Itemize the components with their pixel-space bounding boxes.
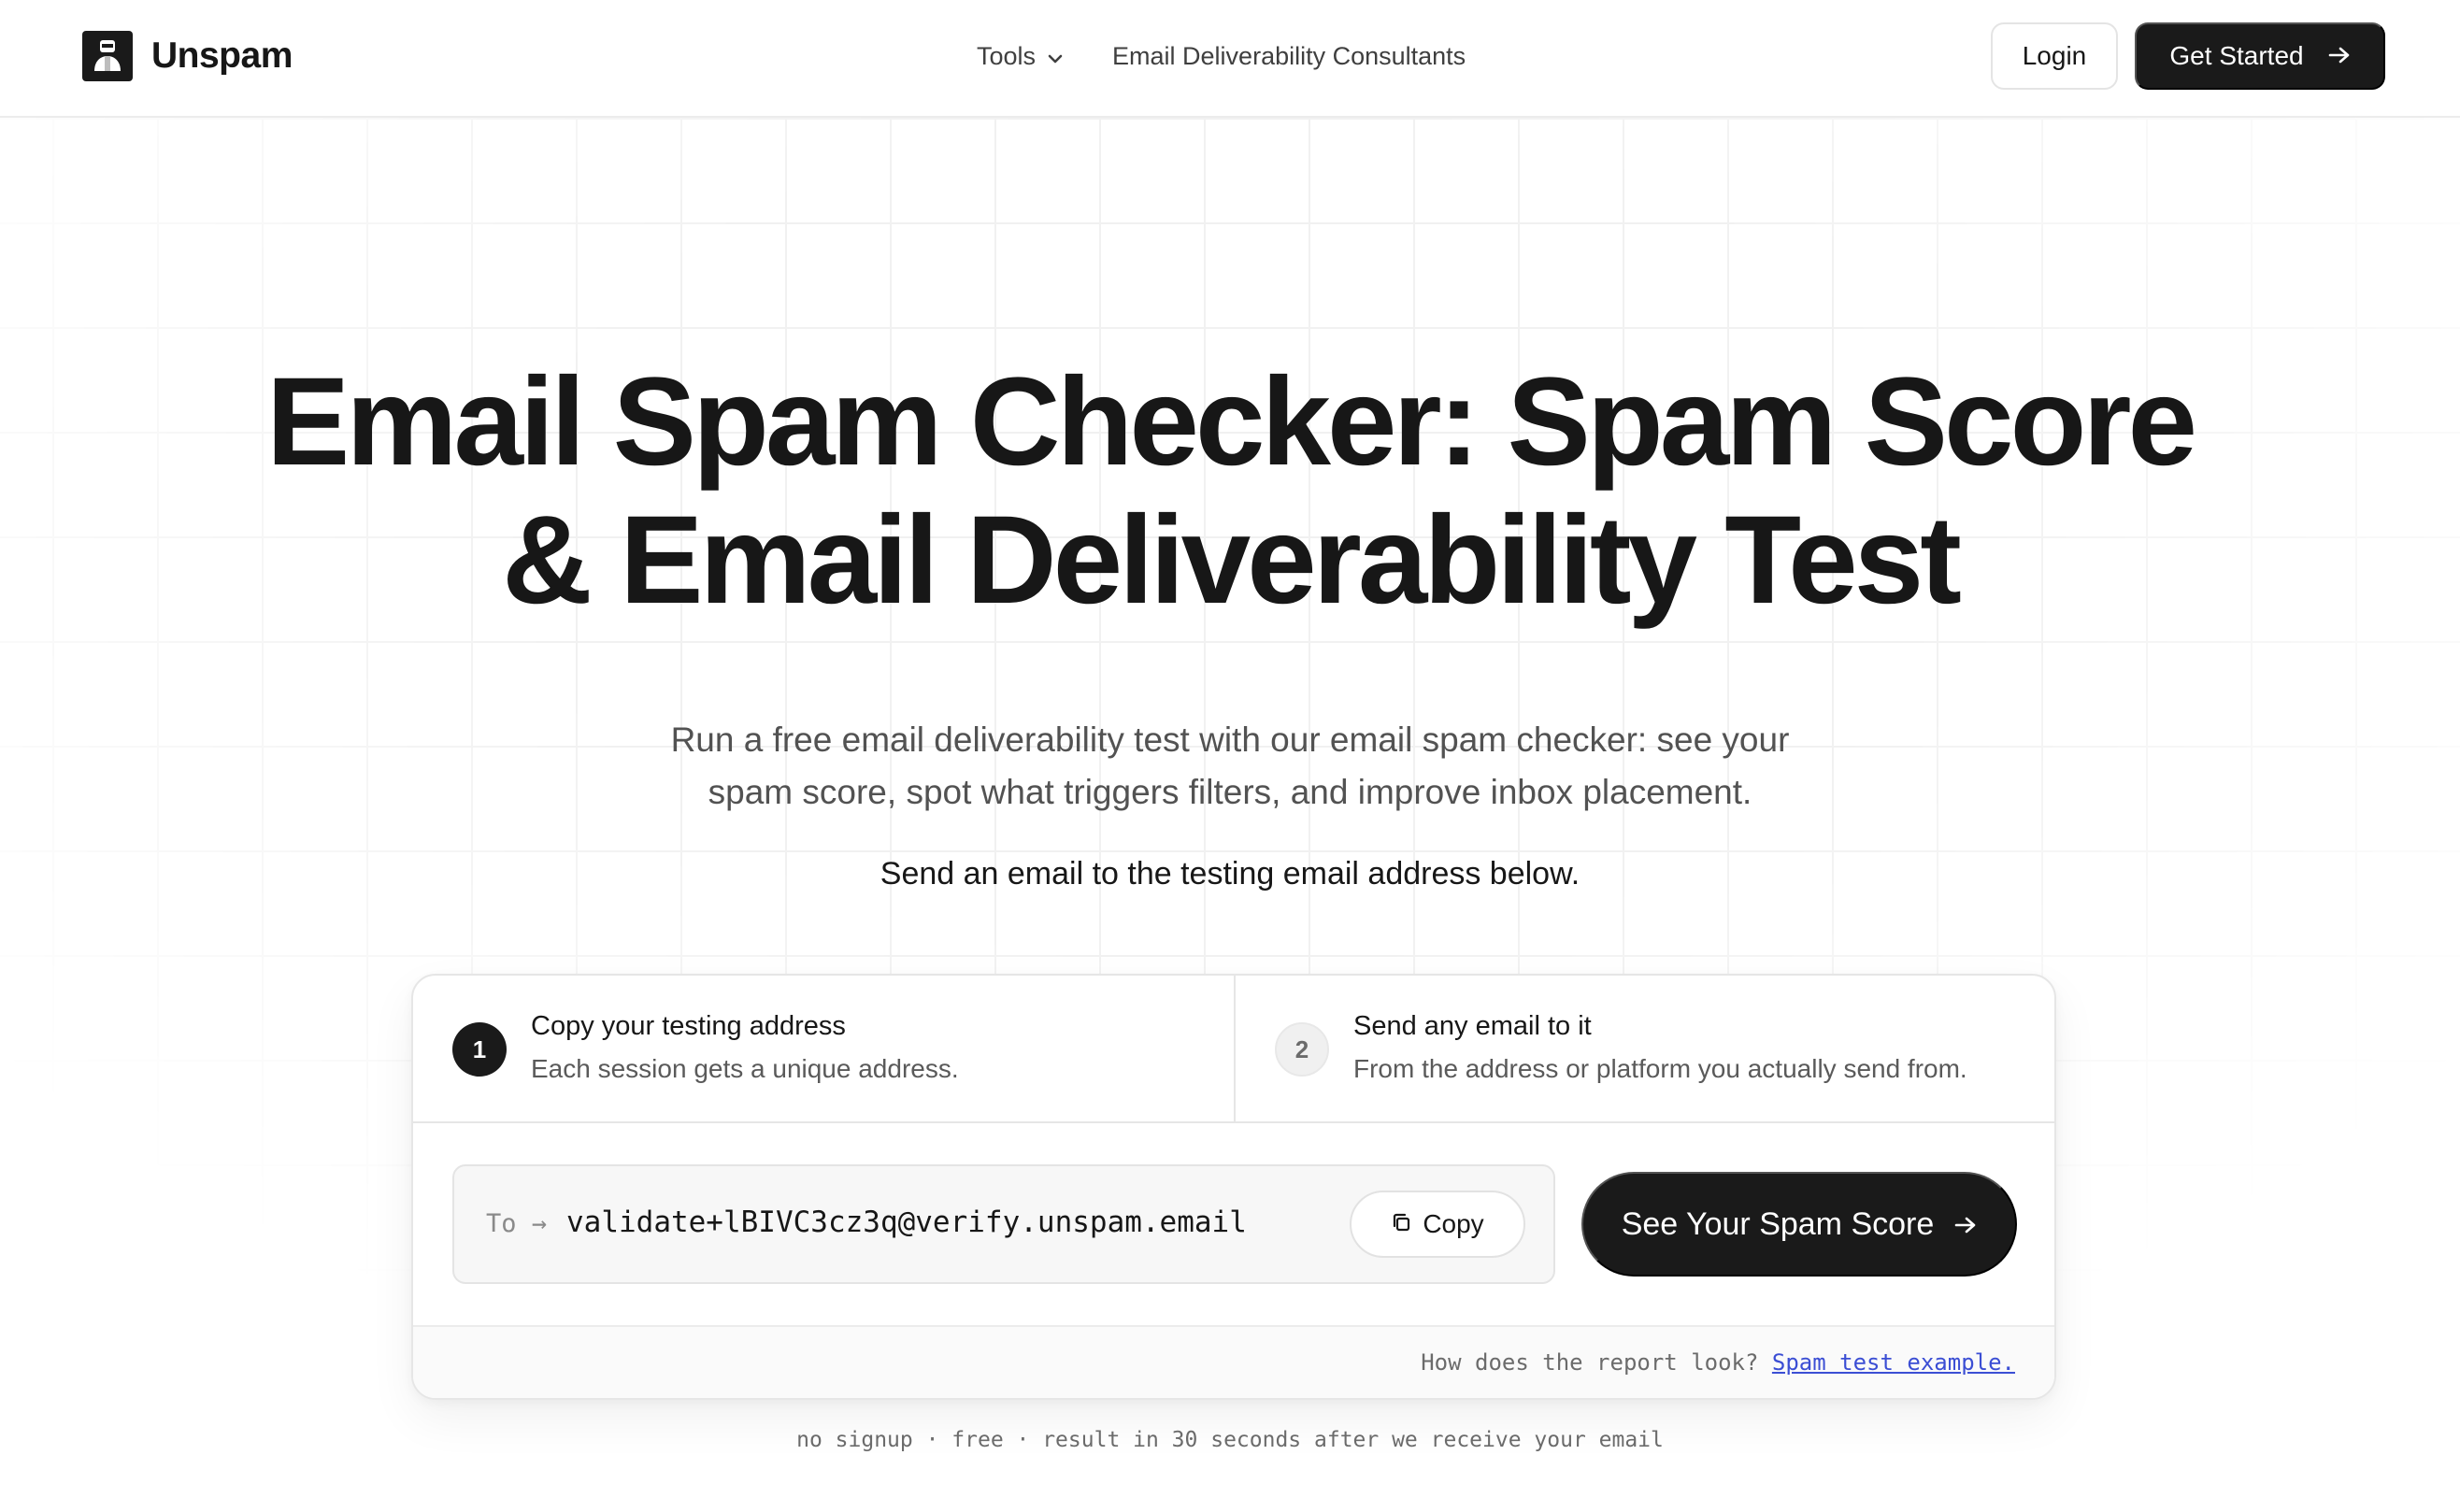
step-title: Send any email to it (1353, 1011, 1592, 1041)
copy-address-button[interactable]: Copy (1350, 1191, 1525, 1258)
spam-test-card: 1 Copy your testing address Each session… (411, 974, 2056, 1400)
nav-item-consultants[interactable]: Email Deliverability Consultants (1112, 42, 1466, 71)
nav-item-label: Email Deliverability Consultants (1112, 41, 1466, 70)
steps-row: 1 Copy your testing address Each session… (413, 976, 2054, 1123)
report-example-prompt: How does the report look? Spam test exam… (1421, 1349, 2015, 1376)
page-title-line-2: & Email Deliverability Test (502, 491, 1962, 630)
chevron-down-icon (1047, 42, 1064, 71)
page-title-line-1: Email Spam Checker: Spam Score (265, 352, 2197, 492)
hero-subtitle-line-1: Run a free email deliverability test wit… (670, 720, 1790, 759)
brand-name: Unspam (151, 36, 293, 76)
step-title: Copy your testing address (531, 1011, 846, 1041)
report-question: How does the report look? (1421, 1349, 1759, 1376)
step-copy-address: 1 Copy your testing address Each session… (413, 976, 1234, 1121)
testing-address-field[interactable]: To → validate+lBIVC3cz3q@verify.unspam.e… (452, 1164, 1555, 1284)
page: Unspam Tools Email Deliverability Consul… (0, 0, 2460, 1512)
copy-label: Copy (1423, 1209, 1484, 1238)
main-nav: Tools Email Deliverability Consultants (977, 36, 1466, 77)
address-prefix: To → (486, 1209, 548, 1238)
step-description: Each session gets a unique address. (531, 1054, 959, 1083)
nav-item-label: Tools (977, 41, 1037, 70)
step-number-badge: 1 (452, 1022, 507, 1077)
step-number-badge: 2 (1275, 1022, 1329, 1077)
login-button[interactable]: Login (1991, 22, 2118, 90)
step-description: From the address or platform you actuall… (1353, 1054, 1967, 1083)
card-footer: How does the report look? Spam test exam… (413, 1325, 2054, 1398)
hero-subtitle: Run a free email deliverability test wit… (576, 714, 1884, 819)
nav-item-tools[interactable]: Tools (977, 42, 1064, 71)
spam-test-example-link[interactable]: Spam test example. (1772, 1349, 2015, 1376)
hero-subtitle-line-2: spam score, spot what triggers filters, … (708, 773, 1752, 811)
testing-address-value[interactable]: validate+lBIVC3cz3q@verify.unspam.email (566, 1205, 1247, 1239)
get-started-label: Get Started (2169, 41, 2304, 70)
arrow-right-icon (2328, 41, 2351, 71)
get-started-button[interactable]: Get Started (2135, 22, 2385, 90)
page-title: Email Spam Checker: Spam Score & Email D… (202, 353, 2258, 630)
hero-instruction: Send an email to the testing email addre… (880, 856, 1580, 892)
brand-logo-link[interactable]: Unspam (82, 31, 293, 81)
bottom-note: no signup · free · result in 30 seconds … (796, 1428, 1664, 1452)
arrow-right-icon (1954, 1206, 1977, 1243)
copy-icon (1391, 1209, 1411, 1239)
site-header: Unspam Tools Email Deliverability Consul… (0, 0, 2460, 118)
step-send-email: 2 Send any email to it From the address … (1234, 976, 2054, 1121)
see-spam-score-button[interactable]: See Your Spam Score (1581, 1172, 2017, 1277)
unspam-logo-icon (82, 31, 133, 81)
see-spam-score-label: See Your Spam Score (1621, 1205, 1935, 1242)
